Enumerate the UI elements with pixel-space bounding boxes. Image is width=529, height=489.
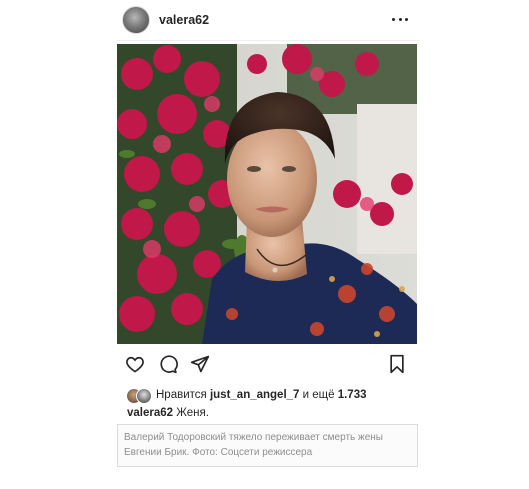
liker-avatars [126,387,152,404]
post-header: valera62 [117,0,419,41]
caption-text: Женя. [176,407,209,419]
liker-avatar [136,388,152,404]
likes-user-link[interactable]: just_an_angel_7 [210,389,299,401]
likes-line: Нравится just_an_angel_7 и ещё 1.733 [126,386,367,404]
post-caption: valera62 Женя. [127,407,209,419]
credit-line-1: Валерий Тодоровский тяжело переживает см… [124,432,383,443]
send-icon[interactable] [190,354,210,374]
likes-prefix: Нравится [156,389,207,401]
caption-username[interactable]: valera62 [127,407,173,419]
portrait-image [117,44,417,344]
more-options-icon[interactable] [392,11,408,27]
action-bar [117,354,419,380]
post-username[interactable]: valera62 [159,13,209,27]
heart-icon[interactable] [125,354,145,374]
bookmark-icon[interactable] [387,354,407,374]
post-photo[interactable] [117,44,417,344]
credit-line-2: Евгении Брик. Фото: Соцсети режиссера [124,447,313,458]
post-card: valera62 [117,0,419,41]
likes-middle: и ещё [302,389,335,401]
photo-credit-box: Валерий Тодоровский тяжело переживает см… [117,424,418,467]
likes-count[interactable]: 1.733 [338,389,367,401]
user-avatar[interactable] [122,6,150,34]
comment-icon[interactable] [158,354,178,374]
